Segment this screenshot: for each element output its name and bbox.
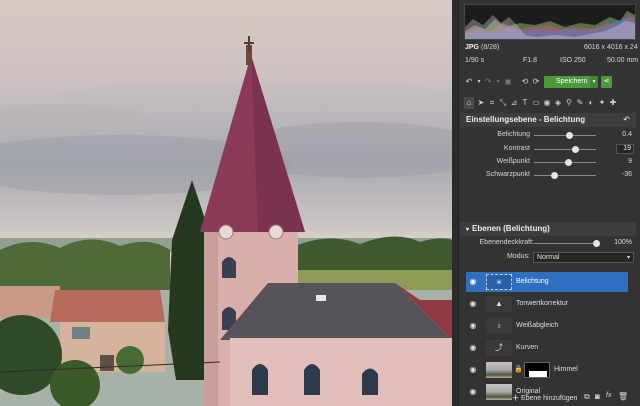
- redo-icon[interactable]: ↷: [483, 76, 493, 88]
- image-format: JPG: [465, 44, 480, 51]
- visibility-eye-icon[interactable]: ◉: [468, 338, 478, 358]
- aperture: F1.8: [523, 57, 538, 64]
- brush-tool-icon[interactable]: ✎: [575, 97, 585, 109]
- curve-icon: ⤴: [486, 340, 512, 356]
- save-dropdown-button[interactable]: ▾: [590, 76, 598, 88]
- fill-tool-icon[interactable]: ◈: [553, 97, 563, 109]
- duplicate-layer-icon[interactable]: ⧉: [584, 392, 590, 402]
- layer-thumbnail: [486, 362, 512, 378]
- layer-thumbnail: [486, 384, 512, 400]
- gradient-tool-icon[interactable]: ◐: [586, 97, 596, 109]
- focal-length: 50.00 mm: [607, 57, 639, 64]
- layer-himmel[interactable]: ◉ 🔒 Himmel: [466, 360, 628, 380]
- layer-name: Belichtung: [516, 278, 549, 285]
- layer-name: Weißabgleich: [516, 322, 559, 329]
- frame-tool-icon[interactable]: ▭: [531, 97, 541, 109]
- slider-value: 9: [628, 158, 632, 165]
- opacity-track[interactable]: [534, 243, 596, 244]
- opacity-value: 100%: [614, 239, 632, 246]
- opacity-knob[interactable]: [593, 240, 600, 247]
- layer-mask-thumbnail[interactable]: [524, 362, 550, 378]
- layer-name: Kurven: [516, 344, 539, 351]
- layers-section-header: ▾ Ebenen (Belichtung): [460, 222, 636, 236]
- home-icon[interactable]: ⌂: [464, 97, 474, 109]
- visibility-eye-icon[interactable]: ◉: [468, 360, 478, 380]
- layers-title: Ebenen (Belichtung): [472, 224, 550, 233]
- rotate-right-icon[interactable]: ⟳: [531, 76, 541, 88]
- visibility-eye-icon[interactable]: ◉: [468, 382, 478, 402]
- iso: ISO 250: [560, 57, 586, 64]
- opacity-row: Ebenendeckkraft: 100%: [464, 237, 636, 249]
- dropper-tool-icon[interactable]: ⚲: [564, 97, 574, 109]
- slider-knob[interactable]: [571, 146, 579, 153]
- blend-mode-value: Normal: [537, 254, 560, 261]
- rotate-left-icon[interactable]: ⟲: [520, 76, 530, 88]
- layer-kurven[interactable]: ◉ ⤴ Kurven: [466, 338, 628, 358]
- opacity-label: Ebenendeckkraft:: [479, 239, 534, 246]
- mode-label: Modus:: [507, 253, 530, 260]
- adjustment-title: Einstellungsebene - Belichtung: [466, 115, 586, 124]
- text-tool-icon[interactable]: T: [520, 97, 530, 109]
- layer-name: Tonwertkorrektur: [516, 300, 569, 307]
- slider-knob[interactable]: [565, 159, 573, 166]
- layer-belichtung[interactable]: ◉ ☀ Belichtung: [466, 272, 628, 292]
- plus-icon: ＋: [512, 395, 519, 402]
- history-icon[interactable]: ▣: [503, 76, 513, 88]
- crop-tool-icon[interactable]: ⌗: [487, 97, 497, 109]
- slider-value: 0.4: [622, 131, 632, 138]
- layer-tonwertkorrektur[interactable]: ◉ ▲ Tonwertkorrektur: [466, 294, 628, 314]
- undo-icon[interactable]: ↶: [464, 76, 474, 88]
- slider-row-kontrast: Kontrast 19: [464, 143, 636, 155]
- trash-icon[interactable]: 🗑: [618, 392, 628, 401]
- share-button[interactable]: ⋖: [601, 76, 612, 88]
- photo-canvas[interactable]: [0, 0, 452, 406]
- slider-label: Weißpunkt: [496, 158, 530, 165]
- select-tool-icon[interactable]: ➤: [476, 97, 486, 109]
- slider-label: Schwarzpunkt: [486, 171, 530, 178]
- redo-dropdown-icon[interactable]: ▾: [493, 76, 503, 88]
- image-position: (8/28): [481, 44, 500, 51]
- visibility-eye-icon[interactable]: ◉: [468, 294, 478, 314]
- visibility-eye-icon[interactable]: ◉: [468, 272, 478, 292]
- slider-knob[interactable]: [565, 132, 573, 139]
- heal-tool-icon[interactable]: ✚: [608, 97, 618, 109]
- levels-icon: ▲: [486, 296, 512, 312]
- slider-row-schwarzpunkt: Schwarzpunkt -36: [464, 169, 636, 181]
- slider-row-weißpunkt: Weißpunkt 9: [464, 156, 636, 168]
- visibility-eye-icon[interactable]: ◉: [468, 316, 478, 336]
- slider-track[interactable]: [534, 175, 596, 176]
- save-button[interactable]: Speichern: [544, 76, 596, 88]
- slider-track[interactable]: [534, 149, 596, 150]
- slider-value: -36: [621, 171, 632, 178]
- add-layer-label: Ebene hinzufügen: [520, 395, 578, 402]
- church-photo: [0, 36, 452, 406]
- slider-label: Kontrast: [503, 145, 530, 152]
- slider-row-belichtung: Belichtung 0.4: [464, 129, 636, 141]
- slider-value[interactable]: 19: [616, 144, 634, 154]
- sun-icon: ☀: [486, 274, 512, 290]
- fx-icon[interactable]: fx: [606, 392, 611, 399]
- histogram: [464, 4, 636, 40]
- chevron-down-icon: ▾: [626, 255, 630, 261]
- tool-icons-row: ⌂ ➤ ⌗ ⤡ ⊿ T ▭ ◉ ◈ ⚲ ✎ ◐ ✦ ✚: [464, 97, 636, 111]
- mask-icon[interactable]: ◙: [595, 392, 600, 401]
- lock-icon[interactable]: 🔒: [514, 360, 523, 380]
- image-dimensions: 6016 x 4016 x 24: [584, 44, 638, 51]
- reset-icon[interactable]: ↶: [623, 113, 630, 127]
- slider-label: Belichtung: [497, 131, 530, 138]
- collapse-icon[interactable]: ▾: [466, 227, 469, 233]
- add-layer-button[interactable]: ＋ Ebene hinzufügen: [512, 393, 577, 403]
- transform-tool-icon[interactable]: ⤡: [498, 97, 508, 109]
- layer-name: Himmel: [554, 366, 578, 373]
- adjustment-section-header: Einstellungsebene - Belichtung ↶: [460, 113, 636, 127]
- bulb-icon: ♁: [486, 318, 512, 334]
- blend-mode-select[interactable]: Normal ▾: [533, 252, 634, 263]
- layer-weißabgleich[interactable]: ◉ ♁ Weißabgleich: [466, 316, 628, 336]
- slider-knob[interactable]: [550, 172, 558, 179]
- shutter-speed: 1/90 s: [465, 57, 485, 64]
- eye-tool-icon[interactable]: ◉: [542, 97, 552, 109]
- straighten-tool-icon[interactable]: ⊿: [509, 97, 519, 109]
- clone-tool-icon[interactable]: ✦: [597, 97, 607, 109]
